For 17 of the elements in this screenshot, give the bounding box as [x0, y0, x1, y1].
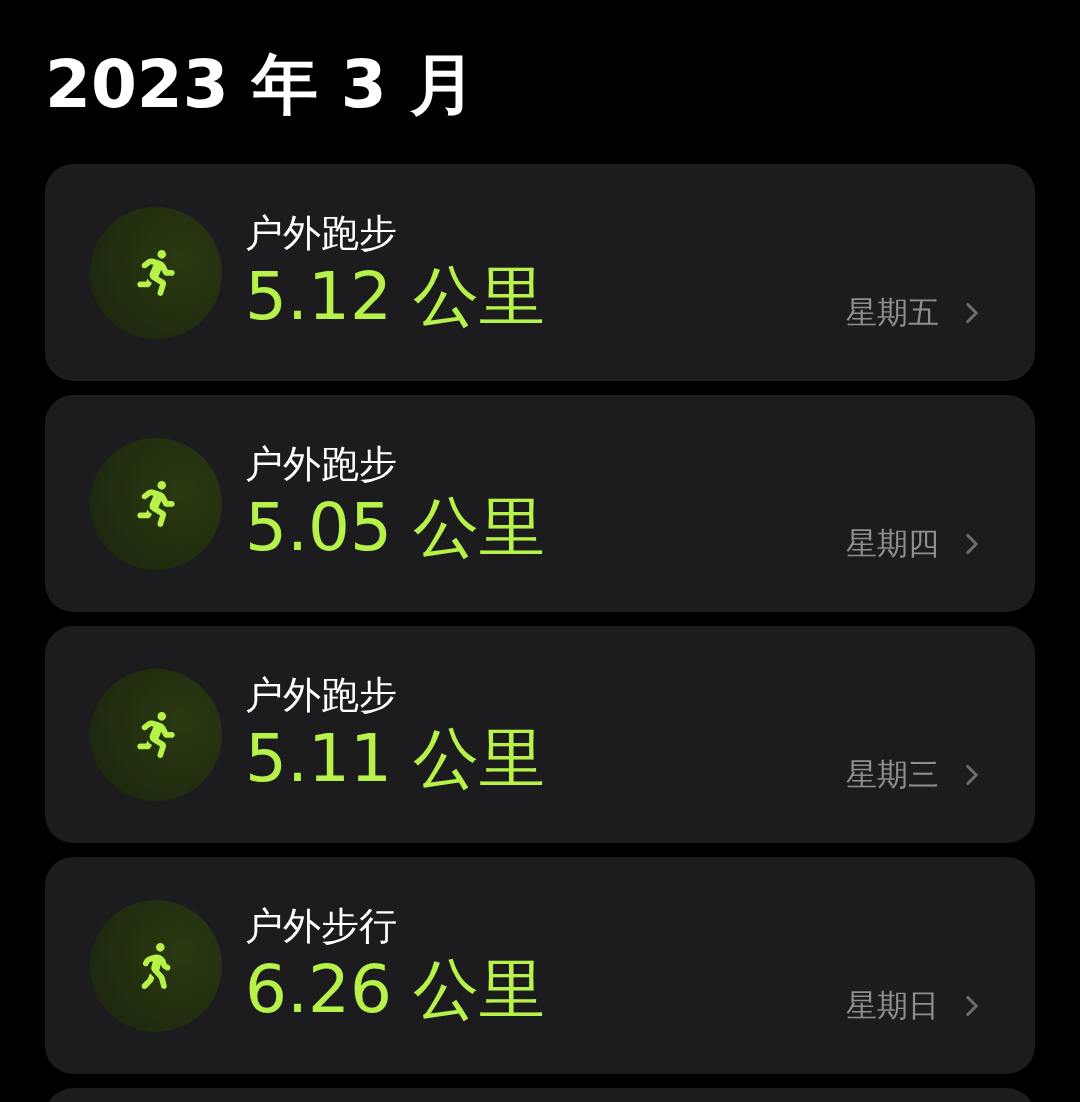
- weekday-label: 星期四: [846, 524, 939, 564]
- weekday-label: 星期日: [846, 986, 939, 1026]
- workout-distance: 5.05 公里: [245, 487, 545, 568]
- workout-card[interactable]: 户外跑步 5.05 公里 星期四: [45, 395, 1035, 612]
- workout-name: 户外步行: [245, 902, 397, 950]
- month-title: 2023 年 3 月: [45, 52, 476, 118]
- workout-name: 户外跑步: [245, 209, 397, 257]
- workout-name: 户外跑步: [245, 671, 397, 719]
- workout-name: 户外跑步: [245, 440, 397, 488]
- workout-distance: 6.26 公里: [245, 949, 545, 1030]
- workout-distance: 5.12 公里: [245, 256, 545, 337]
- weekday-label: 星期五: [846, 293, 939, 333]
- workout-card[interactable]: 户外步行 6.26 公里 星期日: [45, 857, 1035, 1074]
- weekday-label: 星期三: [846, 755, 939, 795]
- workout-card[interactable]: 户外跑步 5.11 公里 星期三: [45, 626, 1035, 843]
- workout-card[interactable]: 户外跑步 5.12 公里 星期五: [45, 164, 1035, 381]
- workout-distance: 5.11 公里: [245, 718, 545, 799]
